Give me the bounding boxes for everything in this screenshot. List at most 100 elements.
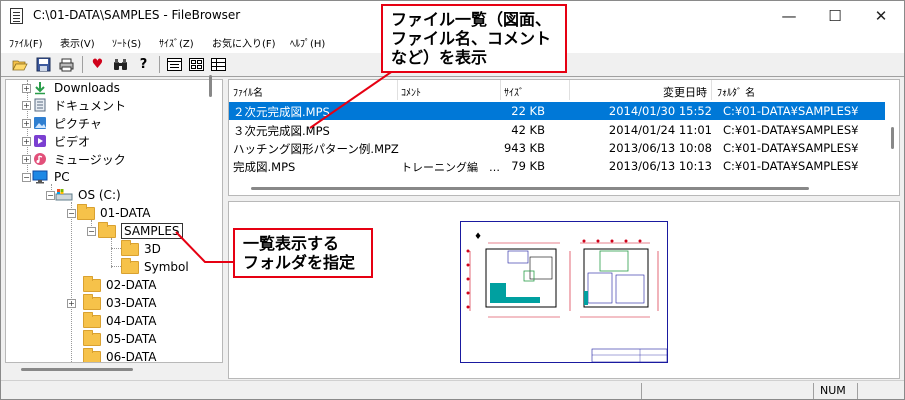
tree-item-label: 01-DATA — [100, 206, 151, 220]
drive-icon — [55, 188, 73, 202]
tree-item-05-data[interactable]: 05-DATA — [83, 329, 157, 348]
view-list-icon[interactable] — [165, 55, 184, 74]
menu-size[interactable]: ｻｲｽﾞ(Z) — [159, 35, 194, 50]
pictures-icon — [31, 116, 49, 130]
tree-item-samples[interactable]: − SAMPLES — [87, 221, 183, 240]
expand-plus-icon[interactable]: + — [22, 84, 31, 93]
file-size: 22 KB — [511, 104, 545, 118]
print-icon[interactable] — [57, 55, 76, 74]
help-question-icon[interactable]: ? — [134, 55, 153, 74]
file-row-selected[interactable]: ２次元完成図.MPS 22 KB 2014/01/30 15:52 C:¥01-… — [229, 102, 885, 120]
tree-item-pc[interactable]: − PC — [22, 168, 70, 186]
column-header-modified[interactable]: 変更日時 — [572, 80, 712, 100]
menu-favorites[interactable]: お気に入り(F) — [212, 35, 276, 50]
folder-icon — [83, 275, 101, 292]
tree-item-label: ビデオ — [54, 134, 91, 149]
status-cell-empty — [641, 383, 813, 399]
collapse-minus-icon[interactable]: − — [87, 227, 96, 236]
open-folder-icon[interactable] — [10, 55, 29, 74]
tree-item-pictures[interactable]: + ピクチャ — [22, 114, 102, 132]
tree-item-downloads[interactable]: + Downloads — [22, 80, 120, 97]
maximize-button[interactable]: ☐ — [812, 1, 858, 31]
file-name: ハッチング図形パターン例.MPZ — [233, 142, 399, 156]
video-icon — [31, 134, 49, 148]
expand-plus-icon[interactable]: + — [22, 119, 31, 128]
file-modified: 2014/01/30 15:52 — [608, 104, 712, 118]
file-row[interactable]: ３次元完成図.MPS 42 KB 2014/01/24 11:01 C:¥01-… — [229, 121, 885, 139]
tree-vertical-scroll-thumb[interactable] — [209, 75, 212, 97]
folder-icon — [121, 239, 139, 256]
file-list-horizontal-scroll-thumb[interactable] — [251, 187, 809, 190]
save-icon[interactable] — [34, 55, 53, 74]
find-binoculars-icon[interactable] — [111, 55, 130, 74]
toolbar-separator — [159, 56, 160, 73]
column-header-name[interactable]: ﾌｧｲﾙ名 — [233, 80, 398, 100]
tree-item-3d[interactable]: 3D — [121, 239, 161, 258]
file-name: 完成図.MPS — [233, 160, 296, 174]
expand-plus-icon[interactable]: + — [22, 101, 31, 110]
file-name: ２次元完成図.MPS — [233, 105, 330, 119]
folder-icon — [121, 257, 139, 274]
tree-connector — [111, 266, 121, 267]
favorite-heart-icon[interactable]: ♥ — [88, 55, 107, 74]
folder-icon — [83, 329, 101, 346]
file-list-vertical-scroll-thumb[interactable] — [891, 127, 894, 149]
folder-tree[interactable]: + Downloads + ドキュメント + ピクチャ + ビデオ + ミュージ… — [5, 79, 223, 363]
file-list[interactable]: ﾌｧｲﾙ名 ｺﾒﾝﾄ ｻｲｽﾞ 変更日時 ﾌｫﾙﾀﾞ 名 ２次元完成図.MPS … — [228, 79, 900, 196]
music-icon — [31, 152, 49, 166]
file-size: 42 KB — [511, 123, 545, 137]
expand-plus-icon[interactable]: + — [22, 155, 31, 164]
tree-item-os-c[interactable]: − OS (C:) — [46, 186, 121, 204]
collapse-minus-icon[interactable]: − — [22, 173, 31, 182]
tree-item-label: 06-DATA — [106, 350, 157, 363]
column-header-size[interactable]: ｻｲｽﾞ — [504, 80, 570, 100]
tree-item-02-data[interactable]: 02-DATA — [83, 275, 157, 294]
tree-item-03-data[interactable]: + 03-DATA — [67, 293, 157, 312]
tree-item-documents[interactable]: + ドキュメント — [22, 96, 127, 114]
tree-horizontal-scroll-thumb[interactable] — [21, 368, 133, 371]
folder-icon — [83, 293, 101, 310]
tree-item-symbol[interactable]: Symbol — [121, 257, 189, 276]
menu-file[interactable]: ﾌｧｲﾙ(F) — [9, 35, 43, 50]
cad-drawing-preview: ♦ — [460, 221, 668, 363]
tree-item-music[interactable]: + ミュージック — [22, 150, 126, 168]
file-folder: C:¥01-DATA¥SAMPLES¥ — [723, 104, 859, 118]
expand-plus-icon[interactable]: + — [67, 299, 76, 308]
tree-item-label: ドキュメント — [54, 98, 127, 113]
tree-item-videos[interactable]: + ビデオ — [22, 132, 91, 150]
file-modified: 2014/01/24 11:01 — [608, 123, 712, 137]
view-thumbnail-icon[interactable] — [187, 55, 206, 74]
menu-sort[interactable]: ｿｰﾄ(S) — [112, 35, 141, 50]
expand-plus-icon[interactable]: + — [22, 137, 31, 146]
file-row[interactable]: ハッチング図形パターン例.MPZ 943 KB 2013/06/13 10:08… — [229, 139, 885, 157]
menu-view[interactable]: 表示(V) — [60, 35, 95, 50]
tree-item-label: Downloads — [54, 81, 120, 95]
menu-help[interactable]: ﾍﾙﾌﾟ(H) — [290, 35, 325, 50]
tree-item-label: Symbol — [144, 260, 189, 274]
tree-connector — [111, 238, 112, 268]
tree-item-label: 04-DATA — [106, 314, 157, 328]
tree-item-label: PC — [54, 170, 70, 184]
tree-item-06-data[interactable]: 06-DATA — [83, 347, 157, 363]
collapse-minus-icon[interactable]: − — [46, 191, 55, 200]
document-icon — [31, 98, 49, 112]
status-bar: NUM — [1, 380, 904, 399]
tree-item-label: ミュージック — [54, 152, 126, 167]
tree-item-label: ピクチャ — [54, 116, 102, 131]
status-cell-empty — [857, 383, 904, 399]
window-title: C:\01-DATA\SAMPLES - FileBrowser — [33, 8, 241, 22]
minimize-button[interactable]: — — [766, 1, 812, 31]
file-row[interactable]: 完成図.MPS トレーニング編 … 79 KB 2013/06/13 10:13… — [229, 157, 885, 175]
tree-item-label: 03-DATA — [106, 296, 157, 310]
view-detail-icon[interactable] — [209, 55, 228, 74]
tree-item-label: 05-DATA — [106, 332, 157, 346]
tree-item-04-data[interactable]: 04-DATA — [83, 311, 157, 330]
tree-item-01-data[interactable]: − 01-DATA — [67, 203, 151, 222]
column-header-comment[interactable]: ｺﾒﾝﾄ — [401, 80, 501, 100]
tree-connector — [111, 248, 121, 249]
collapse-minus-icon[interactable]: − — [67, 209, 76, 218]
close-button[interactable]: ✕ — [858, 1, 904, 31]
tree-vertical-scrollbar[interactable] — [210, 80, 222, 362]
column-header-folder[interactable]: ﾌｫﾙﾀﾞ 名 — [717, 80, 885, 100]
file-size: 79 KB — [511, 159, 545, 173]
